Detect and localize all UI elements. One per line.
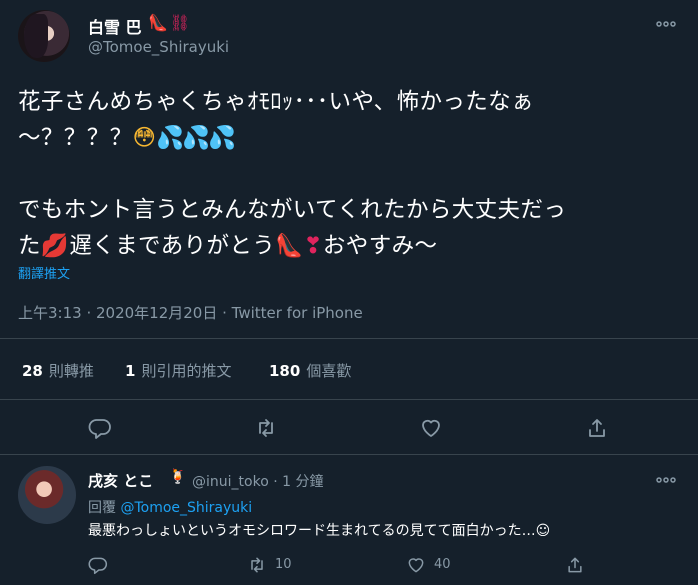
retweet-stat[interactable]: 28 則轉推	[22, 360, 94, 381]
tweet-text-line: ～？？？？😳💦💦💦	[18, 125, 236, 151]
share-icon	[565, 555, 585, 575]
reply-avatar[interactable]	[18, 466, 76, 524]
retweet-icon	[247, 555, 267, 575]
more-icon[interactable]	[654, 472, 678, 488]
user-handle[interactable]: @Tomoe_Shirayuki	[88, 38, 229, 56]
tweet-text-line: 花子さんめちゃくちゃｵﾓﾛｯ･･･いや、怖かったなぁ	[18, 89, 534, 115]
name-emoji: 👠⛓	[148, 13, 193, 32]
share-icon[interactable]	[585, 416, 609, 440]
reply-share-button[interactable]	[565, 555, 589, 575]
tweet-text: 花子さんめちゃくちゃｵﾓﾛｯ･･･いや、怖かったなぁ ～？？？？😳💦💦💦 でもホ…	[18, 84, 683, 264]
reply-like-button[interactable]: 40	[406, 555, 466, 575]
sweat-drops-emoji: 💦💦💦	[156, 125, 236, 151]
replying-to: 回覆 @Tomoe_Shirayuki	[88, 500, 253, 516]
tweet-text-line: でもホント言うとみんながいてくれたから大丈夫だっ	[18, 197, 567, 223]
reply-retweet-count: 10	[275, 557, 292, 572]
translate-tweet-link[interactable]: 翻譯推文	[18, 263, 70, 282]
tweet-text-blank-line	[18, 156, 683, 192]
tweet-stats: 28 則轉推 1 則引用的推文 180 個喜歡	[0, 338, 698, 400]
more-icon[interactable]	[654, 14, 678, 34]
reply-reply-button[interactable]	[88, 555, 112, 575]
high-heel-emoji: 👠	[275, 233, 304, 259]
reply-like-count: 40	[434, 557, 451, 572]
retweet-icon[interactable]	[254, 416, 278, 440]
replying-to-mention[interactable]: @Tomoe_Shirayuki	[120, 500, 252, 516]
kiss-mark-emoji: 💋	[40, 233, 70, 259]
reply-icon[interactable]	[88, 416, 112, 440]
flushed-emoji: 😳	[132, 125, 157, 151]
quote-stat[interactable]: 1 則引用的推文	[125, 360, 231, 381]
reply-display-name[interactable]: 戌亥 とこ	[88, 470, 153, 491]
like-icon	[406, 555, 426, 575]
reply-name-emoji: 🍹	[169, 469, 187, 485]
tweet-text-line: た💋遅くまでありがとう👠❣おやすみ～	[18, 233, 438, 259]
main-tweet: 白雪 巴 👠⛓ @Tomoe_Shirayuki 花子さんめちゃくちゃｵﾓﾛｯ･…	[0, 0, 698, 455]
tweet-timestamp[interactable]: 上午3:13 · 2020年12月20日 · Twitter for iPhon…	[18, 302, 363, 323]
heart-exclamation-emoji: ❣	[303, 233, 323, 259]
avatar[interactable]	[18, 10, 70, 62]
reply-icon	[88, 555, 108, 575]
like-stat[interactable]: 180 個喜歡	[269, 360, 351, 381]
like-icon[interactable]	[419, 416, 443, 440]
reply-text: 最悪わっしょいというオモシロワード生まれてるの見てて面白かった…☺	[88, 523, 551, 539]
reply-handle-time[interactable]: @inui_toko · 1 分鐘	[192, 471, 323, 491]
display-name[interactable]: 白雪 巴	[88, 14, 142, 38]
reply-retweet-button[interactable]: 10	[247, 555, 307, 575]
